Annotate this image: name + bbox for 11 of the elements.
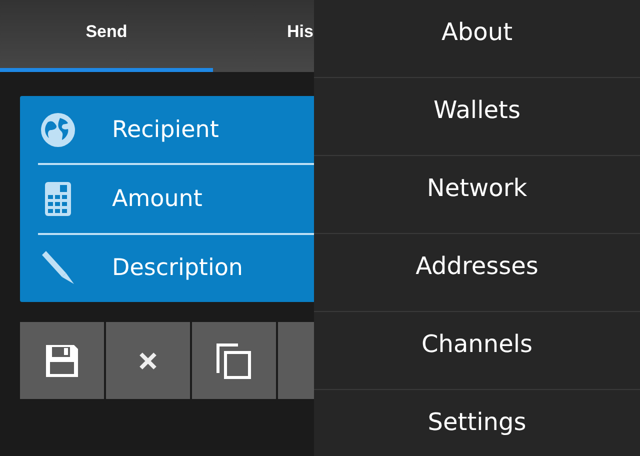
field-label[interactable]: Amount bbox=[112, 186, 202, 212]
tab[interactable]: Send bbox=[0, 0, 213, 72]
field-label[interactable]: Description bbox=[112, 255, 243, 282]
tab[interactable]: His bbox=[213, 0, 314, 72]
menu-item[interactable]: Channels bbox=[314, 312, 640, 390]
menu-item[interactable]: Network bbox=[314, 156, 640, 234]
menu-item[interactable]: Wallets bbox=[314, 78, 640, 156]
field-label[interactable]: Recipient bbox=[112, 116, 219, 143]
menu-item[interactable]: Settings bbox=[314, 390, 640, 456]
menu-item[interactable]: About bbox=[314, 0, 640, 78]
menu-item[interactable]: Addresses bbox=[314, 234, 640, 312]
